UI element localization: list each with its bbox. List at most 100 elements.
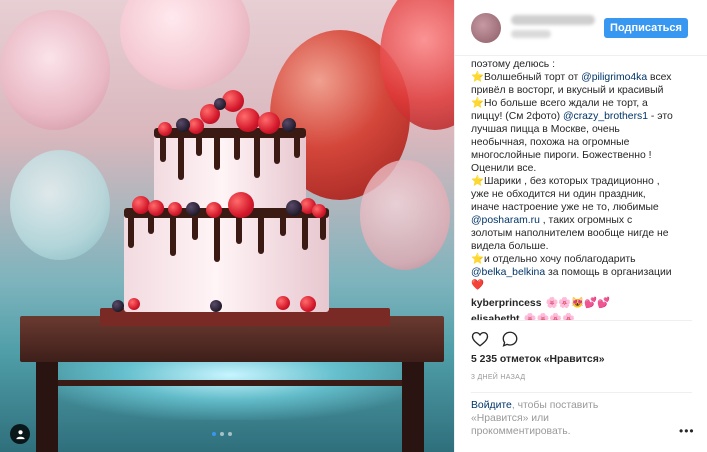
- raspberry: [312, 204, 326, 218]
- chocolate-drip: [128, 214, 134, 248]
- caption-line: иначе настроение уже не то, любимые: [471, 201, 693, 214]
- table-rail: [36, 380, 424, 386]
- table-leg-right: [402, 362, 424, 452]
- heart-icon[interactable]: [471, 330, 489, 348]
- caption-line: @belka_belkina за помощь в организации: [471, 266, 693, 279]
- raspberry: [300, 296, 316, 312]
- blackberry: [210, 300, 222, 312]
- chocolate-drip: [148, 214, 154, 234]
- username-blurred[interactable]: [511, 15, 595, 25]
- caption-text: и отдельно хочу поблагодарить: [483, 254, 636, 265]
- balloon-pink-right: [360, 160, 450, 270]
- post-photo[interactable]: [0, 0, 454, 452]
- caption-text: всех: [647, 72, 672, 83]
- mention-link[interactable]: @belka_belkina: [471, 267, 545, 278]
- caption-text: лучшая пицца в Москве, очень: [471, 124, 620, 135]
- caption-line: многослойные пироги. Божественно !: [471, 149, 693, 162]
- raspberry: [228, 192, 254, 218]
- caption-line: ⭐Но больше всего ждали не торт, а: [471, 97, 693, 110]
- chocolate-drip: [274, 134, 280, 164]
- mention-link[interactable]: @crazy_brothers1: [563, 111, 648, 122]
- caption-line: @posharam.ru , таких огромных с: [471, 214, 693, 227]
- caption-text: пиццу! (См 2фото): [471, 111, 563, 122]
- caption-line: золотым наполнителем вообще нигде не: [471, 227, 693, 240]
- caption-line: пиццу! (См 2фото) @crazy_brothers1 - это: [471, 110, 693, 123]
- chocolate-drip: [320, 214, 326, 240]
- user-tag-icon[interactable]: [10, 424, 30, 444]
- chocolate-drip: [214, 214, 220, 262]
- caption-text: видела больше.: [471, 241, 549, 252]
- mention-link[interactable]: @piligrimo4ka: [581, 72, 647, 83]
- caption-text: за помощь в организации: [545, 267, 672, 278]
- more-options-icon[interactable]: •••: [679, 424, 695, 438]
- raspberry: [158, 122, 172, 136]
- caption-line: необычная, похожа на огромные: [471, 136, 693, 149]
- star-icon: ⭐: [471, 72, 484, 83]
- chocolate-drip: [196, 134, 202, 156]
- blackberry: [286, 200, 302, 216]
- chocolate-drip: [236, 214, 242, 244]
- chocolate-drip: [234, 134, 240, 160]
- login-link[interactable]: Войдите: [471, 400, 512, 411]
- chocolate-drip: [214, 134, 220, 170]
- caption-text: Волшебный торт от: [483, 72, 582, 83]
- chocolate-drip: [302, 214, 308, 250]
- caption-text: Но больше всего ждали не торт, а: [483, 98, 648, 109]
- caption-line: ⭐Волшебный торт от @piligrimo4ka всех: [471, 71, 693, 84]
- raspberry: [258, 112, 280, 134]
- caption-line: ⭐и отдельно хочу поблагодарить: [471, 253, 693, 266]
- post-timestamp[interactable]: 3 ДНЕЙ НАЗАД: [471, 374, 525, 381]
- avatar[interactable]: [471, 13, 501, 43]
- star-icon: ⭐: [471, 254, 484, 265]
- caption-line: Оценили все.: [471, 162, 693, 175]
- caption-text: необычная, похожа на огромные: [471, 137, 630, 148]
- carousel-dot[interactable]: [228, 432, 232, 436]
- login-prompt: Войдите, чтобы поставить «Нравится» или …: [471, 399, 651, 438]
- blackberry: [214, 98, 226, 110]
- balloon-pink-top: [120, 0, 250, 90]
- caption-text: уже не обходится ни один праздник,: [471, 189, 646, 200]
- blackberry: [112, 300, 124, 312]
- caption-text: многослойные пироги. Божественно !: [471, 150, 652, 161]
- caption-line: ❤️: [471, 279, 693, 290]
- caption-line: ⭐Шарики , без которых традиционно ,: [471, 175, 693, 188]
- caption-text: поэтому делюсь :: [471, 59, 555, 70]
- star-icon: ⭐: [471, 176, 484, 187]
- comment-icon[interactable]: [501, 330, 519, 348]
- post-side-panel: Подписаться поэтому делюсь : ⭐Волшебный т…: [454, 0, 707, 452]
- mention-link[interactable]: @posharam.ru: [471, 215, 540, 226]
- chocolate-drip: [294, 134, 300, 158]
- blackberry: [176, 118, 190, 132]
- caption-text: иначе настроение уже не то, любимые: [471, 202, 659, 213]
- chocolate-drip: [258, 214, 264, 254]
- carousel-indicator: [212, 432, 232, 436]
- comment-item: elisabetht 🌸🌸🌸🌸: [471, 313, 575, 320]
- raspberry: [206, 202, 222, 218]
- comment-item: kyberprincess 🌸🌸😻💕💕: [471, 297, 610, 310]
- table-leg-left: [36, 362, 58, 452]
- follow-button[interactable]: Подписаться: [604, 18, 688, 38]
- raspberry: [148, 200, 164, 216]
- likes-count[interactable]: 5 235 отметок «Нравится»: [471, 354, 605, 365]
- raspberry: [168, 202, 182, 216]
- blackberry: [186, 202, 200, 216]
- divider: [471, 320, 692, 321]
- caption-text: Оценили все.: [471, 163, 537, 174]
- cake-tier-bottom: [124, 208, 329, 312]
- comment-username[interactable]: kyberprincess: [471, 298, 541, 309]
- red-heart-icon: ❤️: [471, 280, 484, 290]
- caption-line: привёл в восторг, и вкусный и красивый: [471, 84, 693, 97]
- caption-text: Шарики , без которых традиционно ,: [483, 176, 660, 187]
- comment-text: 🌸🌸😻💕💕: [545, 298, 611, 309]
- raspberry: [128, 298, 140, 310]
- chocolate-drip: [254, 134, 260, 178]
- location-blurred: [511, 30, 551, 38]
- caption-line: лучшая пицца в Москве, очень: [471, 123, 693, 136]
- post-header: Подписаться: [455, 0, 707, 56]
- raspberry: [276, 296, 290, 310]
- raspberry: [236, 108, 260, 132]
- carousel-dot-active[interactable]: [212, 432, 216, 436]
- blackberry: [282, 118, 296, 132]
- chocolate-drip: [178, 134, 184, 180]
- carousel-dot[interactable]: [220, 432, 224, 436]
